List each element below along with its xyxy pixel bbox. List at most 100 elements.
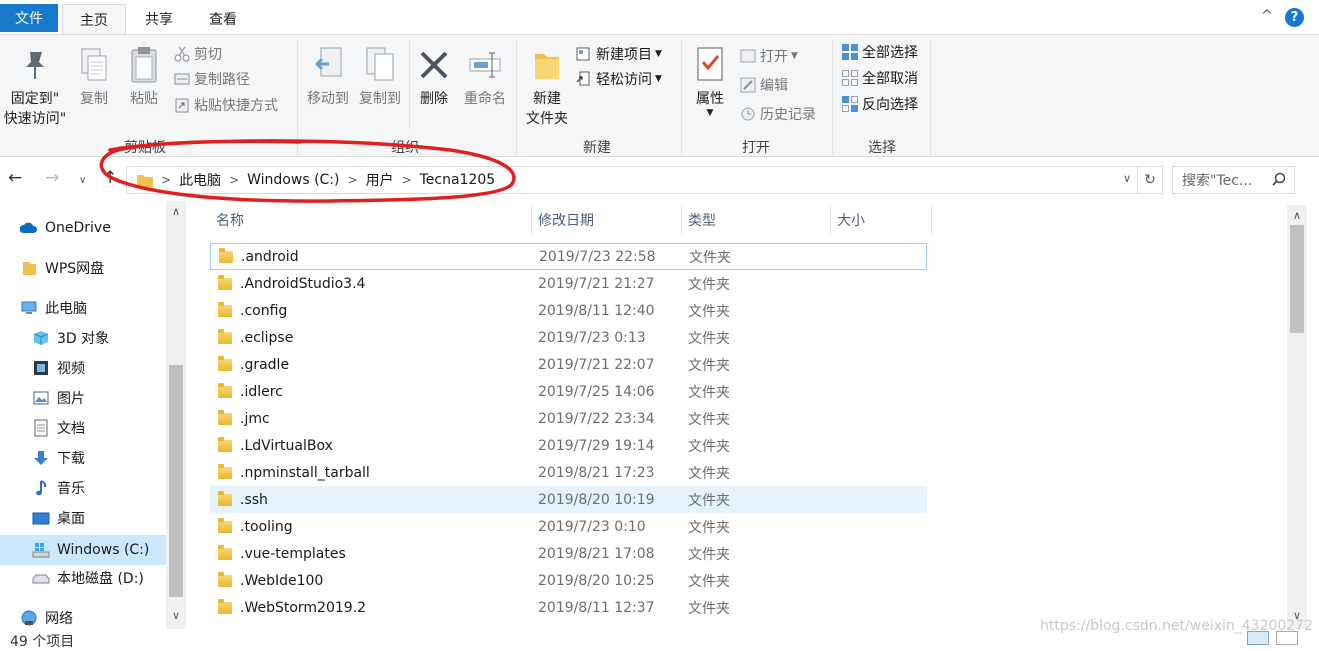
file-name: .idlerc [240,383,283,400]
table-row[interactable]: .jmc 2019/7/22 23:34 文件夹 [210,405,927,432]
folder-icon [218,598,232,614]
file-date: 2019/7/23 22:58 [539,248,656,265]
easy-access-button[interactable]: 轻松访问 ▼ [576,68,662,90]
address-bar[interactable]: > 此电脑 > Windows (C:) > 用户 > Tecna1205 ∨ [126,166,1138,194]
back-arrow-icon[interactable]: ← [8,168,22,188]
select-all-button[interactable]: 全部选择 [842,41,918,63]
recent-locations-icon[interactable]: ∨ [79,175,86,186]
sidebar-item-label: 图片 [57,391,85,407]
sidebar-item-desktop[interactable]: 桌面 [32,505,85,531]
sidebar-item-wps[interactable]: WPS网盘 [20,255,104,281]
sidebar-item-c-drive[interactable]: Windows (C:) [0,535,166,565]
paste-button[interactable]: 粘贴 [122,45,166,109]
file-date: 2019/8/20 10:25 [538,572,655,589]
tab-file[interactable]: 文件 [0,4,58,32]
table-row[interactable]: .WebStorm2019.2 2019/8/11 12:37 文件夹 [210,594,927,621]
file-type: 文件夹 [688,573,730,590]
history-button[interactable]: 历史记录 [740,103,816,125]
select-none-button[interactable]: 全部取消 [842,67,918,89]
table-row[interactable]: .ssh 2019/8/20 10:19 文件夹 [210,486,927,513]
column-name[interactable]: 名称 ^ [210,199,532,235]
tab-view[interactable]: 查看 [194,4,252,34]
table-row[interactable]: .gradle 2019/7/21 22:07 文件夹 [210,351,927,378]
open-label: 打开 [760,49,788,65]
folder-icon [218,301,232,317]
sidebar-item-3d-objects[interactable]: 3D 对象 [32,325,109,351]
sidebar-item-network[interactable]: 网络 [20,605,73,631]
collapse-ribbon-icon[interactable]: ^ [1261,8,1273,24]
address-dropdown-icon[interactable]: ∨ [1123,172,1131,185]
breadcrumb-tecna1205[interactable]: Tecna1205 [420,172,496,188]
pin-label-2: 快速访问" [3,111,67,127]
table-row[interactable]: .android 2019/7/23 22:58 文件夹 [210,243,927,270]
file-date: 2019/8/21 17:23 [538,464,655,481]
select-none-icon [842,70,858,86]
open-button[interactable]: 打开 ▼ [740,45,798,67]
file-name: .ssh [240,491,268,508]
new-folder-button[interactable]: 新建 文件夹 [520,45,574,129]
table-row[interactable]: .vue-templates 2019/8/21 17:08 文件夹 [210,540,927,567]
table-row[interactable]: .eclipse 2019/7/23 0:13 文件夹 [210,324,927,351]
properties-button[interactable]: 属性 ▼ [688,45,732,118]
search-placeholder: 搜索"Tec... [1182,173,1253,189]
up-arrow-icon[interactable]: ↑ [103,168,117,188]
column-date[interactable]: 修改日期 [532,205,682,235]
breadcrumb-c-drive[interactable]: Windows (C:) [247,172,339,188]
table-row[interactable]: .idlerc 2019/7/25 14:06 文件夹 [210,378,927,405]
sidebar-scrollbar[interactable]: ∧ ∨ [166,201,186,629]
search-input[interactable]: 搜索"Tec... [1172,166,1295,194]
paste-shortcut-button[interactable]: 粘贴快捷方式 [174,94,278,116]
table-row[interactable]: .WebIde100 2019/8/20 10:25 文件夹 [210,567,927,594]
breadcrumb-users[interactable]: 用户 [366,170,394,190]
sidebar-item-d-drive[interactable]: 本地磁盘 (D:) [32,565,144,591]
scroll-up-icon[interactable]: ∧ [1287,209,1307,222]
refresh-icon[interactable]: ↻ [1138,166,1163,194]
copy-to-icon [362,45,398,85]
copy-to-button[interactable]: 复制到 [354,45,406,109]
pin-quick-access-button[interactable]: 固定到" 快速访问" [2,45,68,129]
help-icon[interactable]: ? [1285,8,1304,27]
rename-icon [467,45,503,85]
item-count: 49 个项目 [10,634,75,650]
tab-home[interactable]: 主页 [62,4,126,35]
invert-selection-button[interactable]: 反向选择 [842,93,918,115]
table-row[interactable]: .tooling 2019/7/23 0:10 文件夹 [210,513,927,540]
sidebar-item-music[interactable]: 音乐 [32,475,85,501]
scroll-thumb[interactable] [1290,225,1304,333]
copy-button[interactable]: 复制 [72,45,116,109]
sidebar-item-label: 此电脑 [45,301,87,317]
column-type[interactable]: 类型 [682,205,831,235]
sidebar-item-documents[interactable]: 文档 [32,415,85,441]
column-size[interactable]: 大小 [831,205,932,235]
tab-share[interactable]: 共享 [130,4,188,34]
file-date: 2019/8/20 10:19 [538,491,655,508]
copy-path-button[interactable]: 复制路径 [174,68,250,90]
sidebar-item-downloads[interactable]: 下载 [32,445,85,471]
new-item-button[interactable]: 新建项目 ▼ [576,43,662,65]
edit-button[interactable]: 编辑 [740,74,788,96]
sidebar-item-this-pc[interactable]: 此电脑 [20,295,87,321]
sidebar-item-onedrive[interactable]: OneDrive [19,215,111,241]
file-name: .config [240,302,288,319]
table-row[interactable]: .AndroidStudio3.4 2019/7/21 21:27 文件夹 [210,270,927,297]
table-row[interactable]: .LdVirtualBox 2019/7/29 19:14 文件夹 [210,432,927,459]
delete-button[interactable]: 删除 [412,45,456,109]
breadcrumb-this-pc[interactable]: 此电脑 [179,170,221,190]
scroll-up-icon[interactable]: ∧ [166,205,186,218]
ribbon: 固定到" 快速访问" 复制 粘贴 剪切 复制路径 粘贴快捷方式 剪贴板 移动到 [0,34,1319,157]
sidebar-item-pictures[interactable]: 图片 [32,385,85,411]
table-row[interactable]: .config 2019/8/11 12:40 文件夹 [210,297,927,324]
scroll-down-icon[interactable]: ∨ [166,609,186,622]
sidebar-item-videos[interactable]: 视频 [32,355,85,381]
sidebar-item-label: 文档 [57,421,85,437]
forward-arrow-icon[interactable]: → [45,168,59,188]
rename-button[interactable]: 重命名 [460,45,510,109]
file-list-scrollbar[interactable]: ∧ ∨ [1287,205,1307,629]
scroll-thumb[interactable] [169,365,183,597]
table-row[interactable]: .npminstall_tarball 2019/8/21 17:23 文件夹 [210,459,927,486]
network-icon [20,609,38,627]
select-all-label: 全部选择 [862,45,918,61]
cube-icon [32,329,50,347]
move-to-button[interactable]: 移动到 [302,45,354,109]
cut-button[interactable]: 剪切 [174,43,222,65]
